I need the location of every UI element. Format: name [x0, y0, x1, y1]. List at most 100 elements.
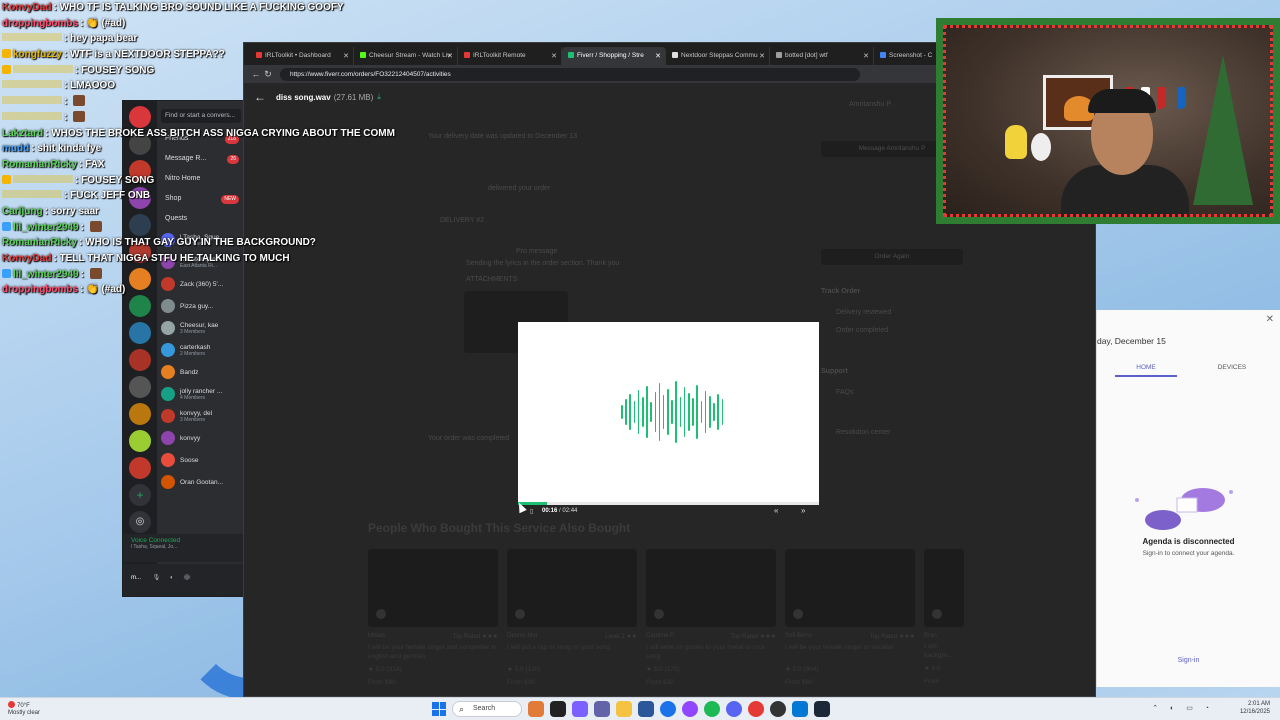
close-icon[interactable]: ✕ — [1266, 314, 1274, 325]
gig-title[interactable]: I will write an growls to your metal or … — [646, 643, 776, 661]
order-again-button[interactable]: Order Again — [821, 249, 963, 265]
file-explorer-icon[interactable] — [616, 701, 632, 717]
teams-icon[interactable] — [594, 701, 610, 717]
chat-username[interactable]: Lakztard — [2, 128, 43, 139]
chat-username[interactable] — [13, 64, 73, 73]
chat-username[interactable] — [2, 190, 62, 199]
dm-item[interactable]: Bandz — [161, 361, 241, 383]
gig-card[interactable]: Bran I will backgro... ★ 5.0 From — [924, 549, 964, 685]
audio-player[interactable] — [518, 322, 819, 505]
chat-username[interactable]: RomanianRicky — [2, 159, 77, 170]
support-item[interactable]: Resolution center — [836, 429, 890, 436]
start-icon[interactable] — [432, 702, 446, 716]
server-icon[interactable] — [129, 457, 151, 479]
gig-title[interactable]: I will be your female singer and songwri… — [368, 643, 498, 661]
gig-thumbnail[interactable] — [924, 549, 964, 627]
chat-username[interactable]: droppingbombs — [2, 284, 78, 295]
chat-username[interactable]: droppingbombs — [2, 18, 78, 29]
chat-username[interactable]: kongfuzzy — [13, 49, 62, 60]
close-tab-icon[interactable]: ✕ — [551, 52, 557, 60]
taskbar-search[interactable]: Search — [452, 701, 522, 717]
weather-widget[interactable]: 70°F Mostly clear — [8, 701, 40, 717]
twitch-icon[interactable] — [682, 701, 698, 717]
gig-rating: ★ 5.0 (314) — [368, 666, 402, 673]
gig-thumbnail[interactable] — [368, 549, 498, 627]
voice-connected-panel[interactable]: Voice Connected l Tasha, Squeal, Jo... — [123, 534, 243, 562]
tab-home[interactable]: HOME — [1115, 364, 1177, 377]
user-panel[interactable]: m... 🎙 ◐ ⚙ — [123, 564, 243, 596]
dm-name: jolly rancher ... 4 Members — [180, 387, 223, 401]
gig-card[interactable]: Sofi Berro Top Rated ★★★ I will be your fe… — [785, 549, 915, 686]
task-view-icon[interactable] — [550, 701, 566, 717]
server-icon[interactable] — [129, 349, 151, 371]
close-tab-icon[interactable]: ✕ — [863, 52, 869, 60]
sign-in-link[interactable]: Sign-in — [1097, 657, 1280, 664]
dm-item[interactable]: carterkash 2 Members — [161, 339, 241, 361]
play-icon[interactable]: ▯ — [530, 508, 533, 515]
steam-icon[interactable] — [814, 701, 830, 717]
explore-icon[interactable]: ◎ — [129, 511, 151, 533]
spotify-icon[interactable] — [704, 701, 720, 717]
app-icon[interactable] — [638, 701, 654, 717]
app-icon[interactable] — [770, 701, 786, 717]
forward-icon[interactable]: » — [801, 506, 805, 515]
server-icon[interactable] — [129, 376, 151, 398]
tray-icons[interactable]: ⌃ ◐ ▭ ◔ — [1152, 704, 1214, 712]
obs-icon[interactable] — [748, 701, 764, 717]
browser-tab[interactable]: IRLToolkit Remote ✕ — [458, 47, 562, 65]
server-icon[interactable] — [129, 403, 151, 425]
chat-username[interactable] — [2, 96, 62, 105]
gig-title[interactable]: I will backgro... — [924, 642, 964, 660]
chat-username[interactable] — [2, 80, 62, 89]
close-tab-icon[interactable]: ✕ — [447, 52, 453, 60]
dm-item[interactable]: Oran Gootan... — [161, 471, 241, 493]
chat-username[interactable]: KonvyDad — [2, 253, 51, 264]
chat-username[interactable]: KonvyDad — [2, 2, 51, 13]
dm-item[interactable]: jolly rancher ... 4 Members — [161, 383, 241, 405]
dm-item[interactable]: konvyy, del 3 Members — [161, 405, 241, 427]
delivery-label: DELIVERY #2 — [440, 217, 485, 224]
gig-thumbnail[interactable] — [507, 549, 637, 627]
chat-username[interactable] — [13, 174, 73, 183]
clock[interactable]: 2:01 AM 12/16/2025 — [1240, 700, 1270, 716]
dm-item[interactable]: konvyy — [161, 427, 241, 449]
gig-card[interactable]: Caroline P. Top Rated ★★★ I will write an … — [646, 549, 776, 686]
browser-tab[interactable]: Fiverr / Shopping / Stre ✕ — [562, 47, 666, 65]
chat-username[interactable]: mudd — [2, 143, 29, 154]
gig-card[interactable]: Mitiam Top Rated ★★★ I will be your female… — [368, 549, 498, 686]
gig-thumbnail[interactable] — [646, 549, 776, 627]
chat-username[interactable]: Carljung — [2, 206, 43, 217]
close-tab-icon[interactable]: ✕ — [655, 52, 661, 60]
app-icon[interactable] — [528, 701, 544, 717]
dm-item[interactable]: Cheesur, kae 3 Members — [161, 317, 241, 339]
mic-icon[interactable]: 🎙 ◐ ⚙ — [153, 575, 195, 581]
gig-card[interactable]: Dennis Mor Level 2 ★★ I will put a rap or … — [507, 549, 637, 686]
gig-title[interactable]: I will put a rap or song on your song — [507, 643, 637, 661]
gig-seller: Bran — [924, 633, 937, 639]
server-icon[interactable] — [129, 322, 151, 344]
server-icon[interactable] — [129, 295, 151, 317]
gig-title[interactable]: I will be your female singer or vocalist — [785, 643, 915, 661]
server-icon[interactable] — [129, 430, 151, 452]
chat-username[interactable] — [2, 33, 62, 42]
support-item[interactable]: FAQs — [836, 389, 854, 396]
chat-username[interactable]: lil_winter2949 — [13, 269, 79, 280]
chrome-icon[interactable] — [660, 701, 676, 717]
rewind-icon[interactable]: « — [774, 506, 778, 515]
avatar — [161, 299, 175, 313]
dm-item[interactable]: Pizza guy... — [161, 295, 241, 317]
browser-tab[interactable]: botted [dot] wtf ✕ — [770, 47, 874, 65]
discord-icon[interactable] — [726, 701, 742, 717]
chat-username[interactable]: RomanianRicky — [2, 237, 77, 248]
close-tab-icon[interactable]: ✕ — [759, 52, 765, 60]
tab-devices[interactable]: DEVICES — [1201, 364, 1263, 371]
chat-username[interactable] — [2, 111, 62, 120]
gig-thumbnail[interactable] — [785, 549, 915, 627]
chat-username[interactable]: lil_winter2949 — [13, 222, 79, 233]
browser-tab[interactable]: Nextdoor Steppas Commu ✕ — [666, 47, 770, 65]
copilot-icon[interactable] — [572, 701, 588, 717]
app-icon[interactable] — [792, 701, 808, 717]
add-server-icon[interactable]: + — [129, 484, 151, 506]
dm-item[interactable]: Soose — [161, 449, 241, 471]
message-label: Pro message — [516, 248, 558, 255]
